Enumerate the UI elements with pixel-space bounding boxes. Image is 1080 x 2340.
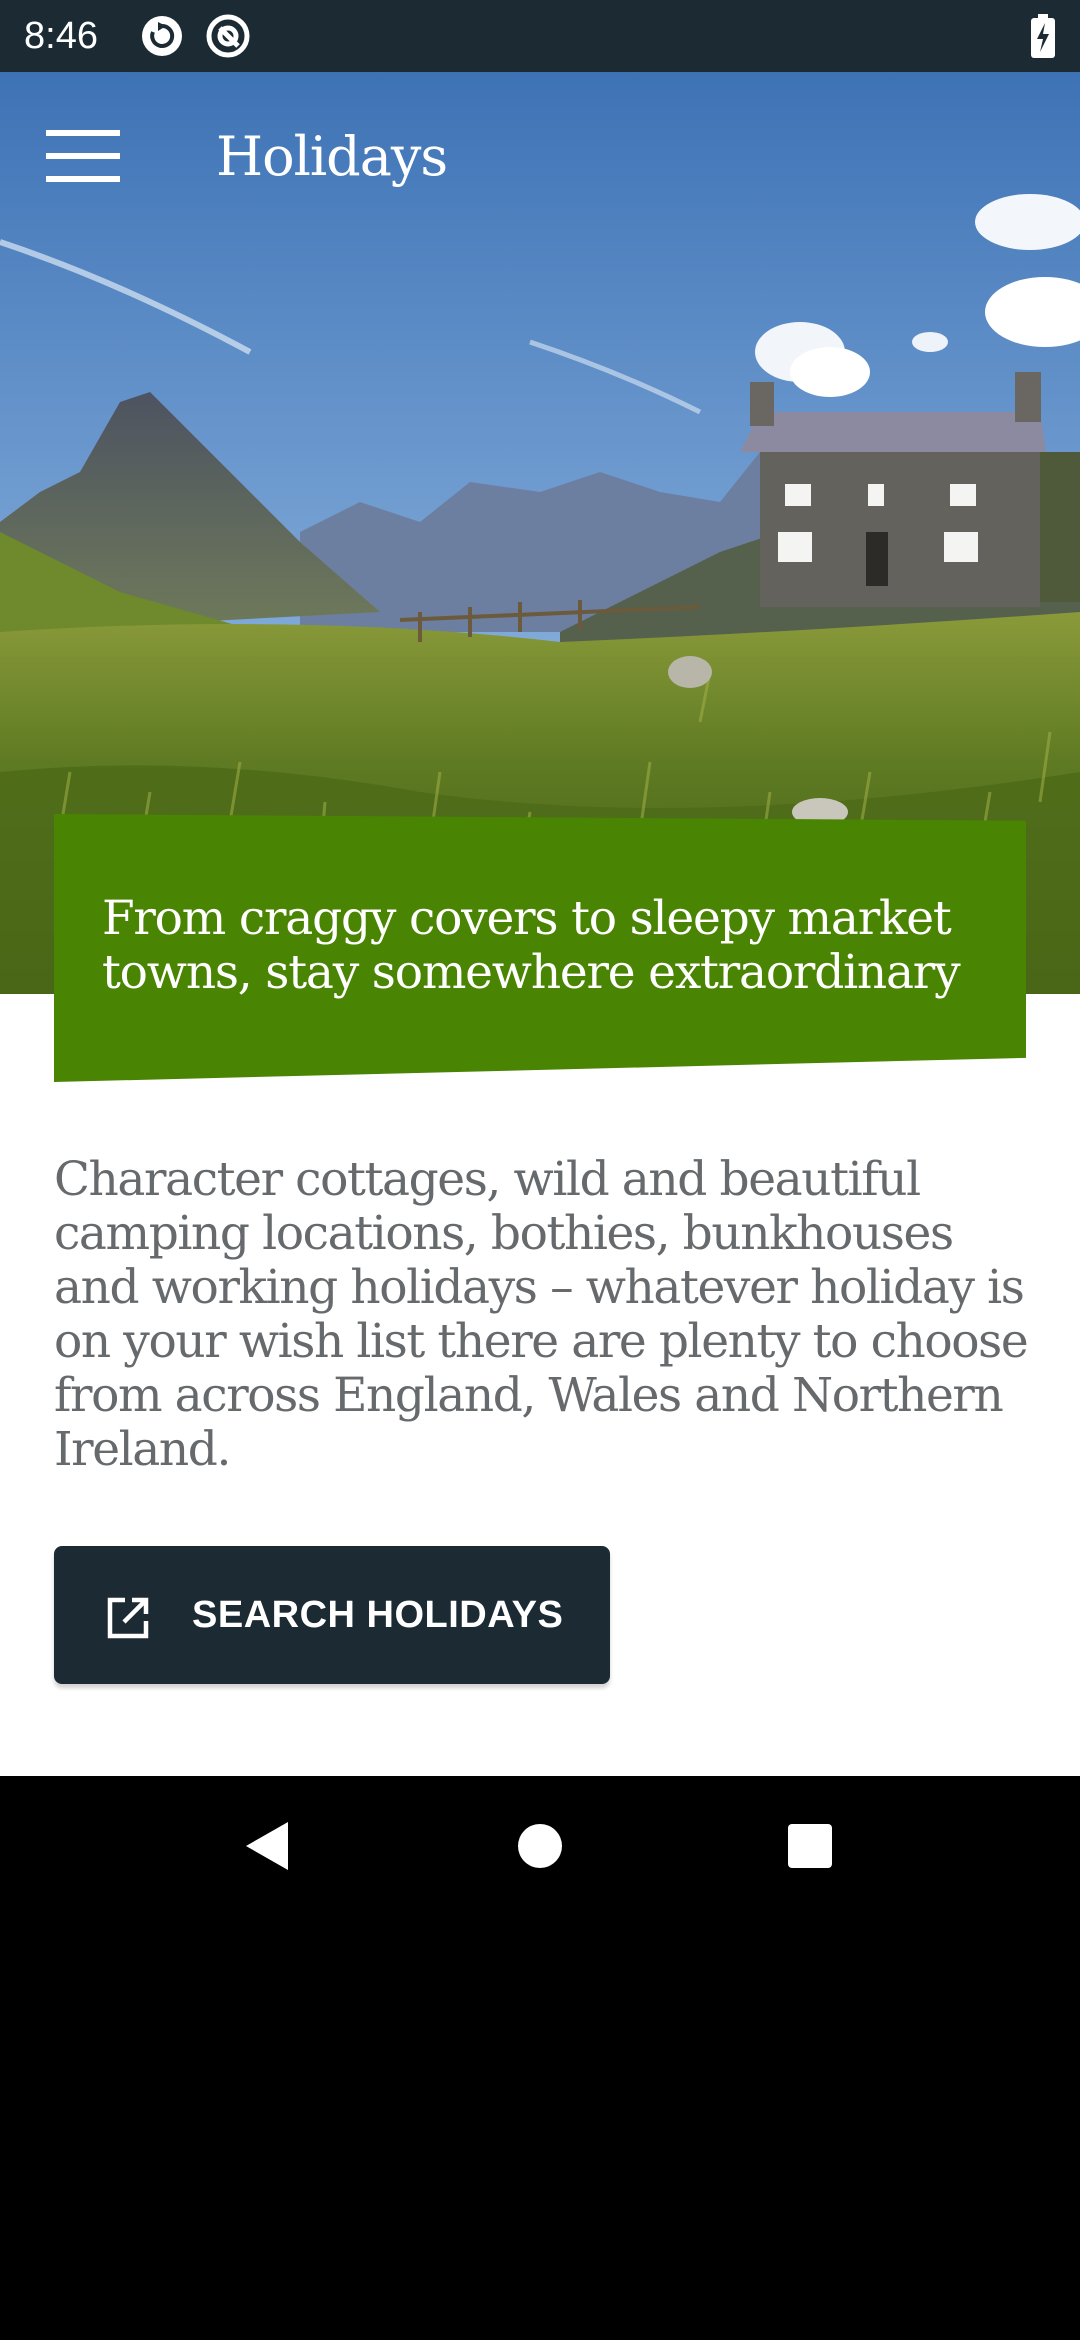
search-holidays-label: SEARCH HOLIDAYS <box>192 1594 564 1636</box>
at-sign-icon <box>204 12 252 60</box>
sync-icon <box>138 12 186 60</box>
system-nav-bar <box>0 1776 1080 1916</box>
menu-button[interactable] <box>46 130 120 182</box>
back-icon[interactable] <box>238 1816 298 1876</box>
status-bar: 8:46 <box>0 0 1080 72</box>
hamburger-menu-icon <box>46 130 120 136</box>
open-in-new-icon <box>106 1596 150 1640</box>
home-icon[interactable] <box>510 1816 570 1876</box>
intro-paragraph: Character cottages, wild and beautiful c… <box>54 1152 1029 1477</box>
battery-charging-icon <box>1030 14 1056 58</box>
recents-icon[interactable] <box>780 1816 840 1876</box>
status-time: 8:46 <box>24 15 98 57</box>
black-area <box>0 1916 1080 2340</box>
headline-banner: From craggy covers to sleepy market town… <box>54 814 1026 1082</box>
page-title: Holidays <box>216 125 448 188</box>
holidays-screen: Holidays From craggy covers to sleepy ma… <box>0 72 1080 1776</box>
banner-headline: From craggy covers to sleepy market town… <box>102 891 961 1000</box>
search-holidays-button[interactable]: SEARCH HOLIDAYS <box>54 1546 610 1684</box>
